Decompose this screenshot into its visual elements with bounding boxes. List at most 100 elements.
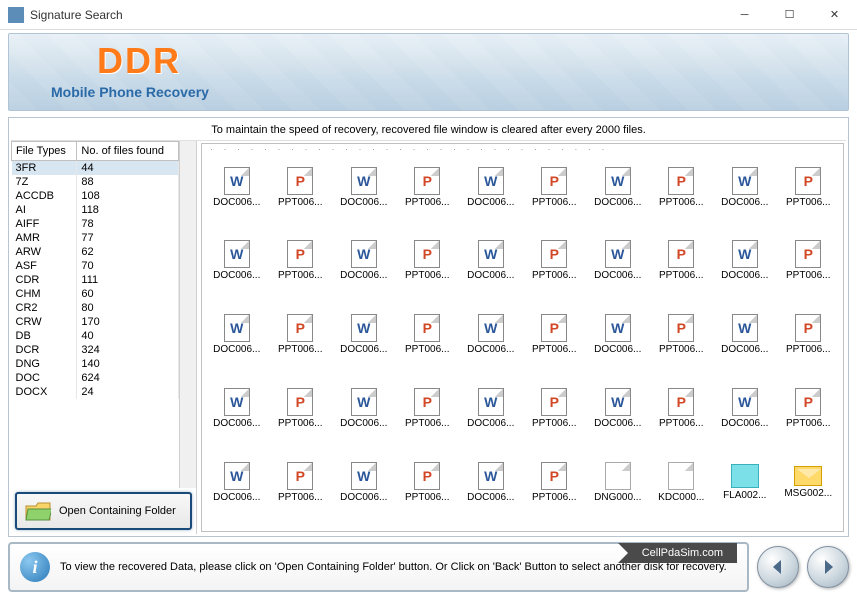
file-item[interactable]: PPPT006... — [270, 453, 332, 511]
file-item[interactable]: WDOC006... — [206, 306, 268, 364]
ppt-icon: P — [541, 240, 567, 268]
file-item[interactable]: PPPT006... — [397, 306, 459, 364]
table-row[interactable]: CRW170 — [12, 315, 179, 329]
file-item[interactable]: WDOC006... — [460, 379, 522, 437]
file-item[interactable]: WDOC006... — [714, 158, 776, 216]
file-item[interactable]: WDOC006... — [587, 306, 649, 364]
file-item[interactable]: PPPT006... — [651, 379, 713, 437]
watermark-ribbon: CellPdaSim.com — [628, 543, 737, 563]
file-label: DOC006... — [213, 418, 260, 429]
file-grid[interactable]: W DOC006... P PPT006... W DOC006... P PPT006...… — [202, 150, 843, 531]
file-item[interactable]: WDOC006... — [460, 232, 522, 290]
file-item[interactable]: WDOC006... — [460, 453, 522, 511]
file-item[interactable]: PPPT006... — [270, 158, 332, 216]
doc-icon: W — [351, 240, 377, 268]
file-item[interactable]: PPPT006... — [397, 158, 459, 216]
file-item[interactable]: W DOC006... — [587, 232, 649, 290]
file-item[interactable]: WDOC006... — [714, 379, 776, 437]
file-item[interactable]: PPPT006... — [524, 158, 586, 216]
file-item[interactable]: PPPT006... — [651, 232, 713, 290]
col-file-types[interactable]: File Types — [12, 142, 77, 161]
file-label: DOC006... — [467, 418, 514, 429]
file-item[interactable]: WDOC006... — [714, 232, 776, 290]
table-row[interactable]: AI118 — [12, 203, 179, 217]
table-row[interactable]: AMR77 — [12, 231, 179, 245]
file-item[interactable]: WDOC006... — [206, 158, 268, 216]
next-button[interactable] — [807, 546, 849, 588]
table-row[interactable]: DOCX24 — [12, 385, 179, 399]
file-item[interactable]: WDOC006... — [333, 453, 395, 511]
doc-icon: W — [605, 240, 631, 268]
doc-icon: W — [605, 167, 631, 195]
table-row[interactable]: DNG140 — [12, 357, 179, 371]
table-row[interactable]: DOC624 — [12, 371, 179, 385]
table-row[interactable]: CR280 — [12, 301, 179, 315]
file-item[interactable]: WDOC006... — [206, 453, 268, 511]
file-item[interactable]: PPPT006... — [778, 232, 840, 290]
table-row[interactable]: ACCDB108 — [12, 189, 179, 203]
file-item[interactable]: MSG002... — [778, 453, 840, 511]
table-row[interactable]: DCR324 — [12, 343, 179, 357]
file-item[interactable]: PPPT006... — [524, 306, 586, 364]
file-item[interactable]: PPPT006... — [397, 379, 459, 437]
file-label: PPT006... — [405, 344, 449, 355]
doc-icon: W — [224, 167, 250, 195]
file-label: DOC006... — [594, 418, 641, 429]
minimize-button[interactable]: ─ — [722, 0, 767, 30]
file-item[interactable]: WDOC006... — [333, 232, 395, 290]
file-item[interactable]: P PPT006... — [397, 232, 459, 290]
table-row[interactable]: 7Z88 — [12, 175, 179, 189]
file-item[interactable]: WDOC006... — [460, 306, 522, 364]
ppt-icon: P — [287, 314, 313, 342]
file-label: DOC006... — [594, 270, 641, 281]
col-files-found[interactable]: No. of files found — [77, 142, 179, 161]
file-item[interactable]: PPPT006... — [270, 379, 332, 437]
file-item[interactable]: WDOC006... — [206, 379, 268, 437]
file-label: PPT006... — [405, 270, 449, 281]
fla-icon — [731, 464, 759, 488]
file-types-table-scroll[interactable]: File Types No. of files found 3FR447Z88A… — [11, 141, 179, 488]
brand-logo: DDR — [97, 40, 181, 82]
table-row[interactable]: CHM60 — [12, 287, 179, 301]
file-item[interactable]: WDOC006... — [587, 379, 649, 437]
file-item[interactable]: KDC000... — [651, 453, 713, 511]
table-scrollbar[interactable] — [179, 141, 196, 488]
file-icon — [668, 462, 694, 490]
table-row[interactable]: 3FR44 — [12, 161, 179, 176]
file-item[interactable]: PPPT006... — [270, 232, 332, 290]
table-row[interactable]: CDR111 — [12, 273, 179, 287]
file-label: DOC006... — [467, 270, 514, 281]
open-containing-folder-button[interactable]: Open Containing Folder — [15, 492, 192, 530]
window-title: Signature Search — [30, 8, 722, 22]
close-button[interactable]: ✕ — [812, 0, 857, 30]
file-item[interactable]: PPPT006... — [778, 379, 840, 437]
file-item[interactable]: WDOC006... — [333, 306, 395, 364]
maximize-button[interactable]: ☐ — [767, 0, 812, 30]
ppt-icon: P — [795, 167, 821, 195]
file-label: DOC006... — [721, 344, 768, 355]
file-item[interactable]: WDOC006... — [587, 158, 649, 216]
file-item[interactable]: PPPT006... — [778, 306, 840, 364]
file-item[interactable]: PPPT006... — [524, 453, 586, 511]
file-item[interactable]: P PPT006... — [270, 306, 332, 364]
table-row[interactable]: DB40 — [12, 329, 179, 343]
file-item[interactable]: PPPT006... — [524, 232, 586, 290]
file-item[interactable]: WDOC006... — [333, 379, 395, 437]
file-item[interactable]: PPPT006... — [651, 158, 713, 216]
file-item[interactable]: FLA002... — [714, 453, 776, 511]
file-item[interactable]: WDOC006... — [206, 232, 268, 290]
file-item[interactable]: PPPT006... — [778, 158, 840, 216]
table-row[interactable]: ARW62 — [12, 245, 179, 259]
file-item[interactable]: DNG000... — [587, 453, 649, 511]
file-item[interactable]: WDOC006... — [714, 306, 776, 364]
file-item[interactable]: PPPT006... — [397, 453, 459, 511]
file-item[interactable]: PPPT006... — [651, 306, 713, 364]
file-label: PPT006... — [278, 344, 322, 355]
file-item[interactable]: WDOC006... — [460, 158, 522, 216]
file-item[interactable]: WDOC006... — [333, 158, 395, 216]
table-row[interactable]: ASF70 — [12, 259, 179, 273]
ppt-icon: P — [414, 240, 440, 268]
back-button[interactable] — [757, 546, 799, 588]
file-item[interactable]: PPPT006... — [524, 379, 586, 437]
table-row[interactable]: AIFF78 — [12, 217, 179, 231]
